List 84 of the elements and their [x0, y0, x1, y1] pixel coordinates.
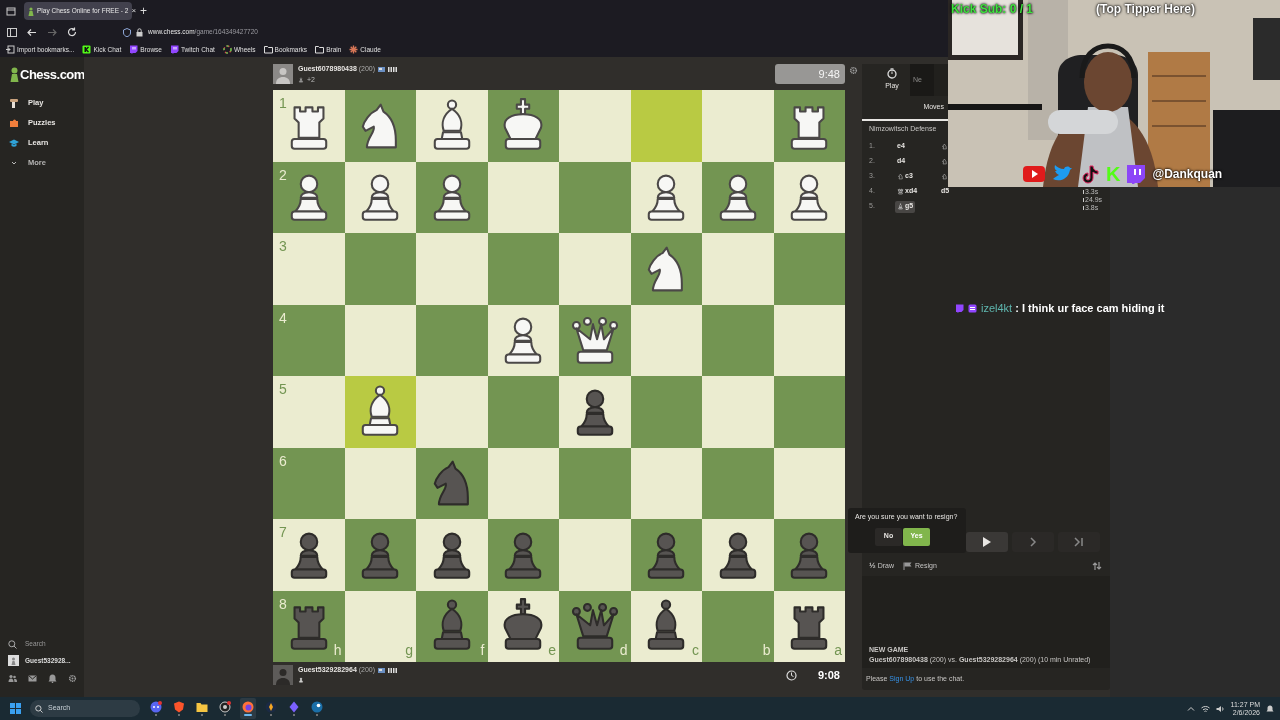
- folder-icon: [263, 45, 273, 54]
- fox-globe-icon: [242, 701, 254, 714]
- file-label: g: [405, 641, 413, 660]
- bell-icon[interactable]: [48, 674, 57, 683]
- flag-icon: [903, 562, 912, 570]
- skip-to-end-icon: [1073, 536, 1085, 548]
- rocket-icon: [265, 701, 277, 714]
- rank-label: 4: [279, 308, 287, 328]
- mail-icon[interactable]: [28, 674, 37, 683]
- logo-text[interactable]: Chess.com: [20, 65, 85, 85]
- stopwatch-icon: [887, 68, 897, 80]
- rank-label: 7: [279, 523, 287, 542]
- tab-list-icon[interactable]: [6, 6, 16, 16]
- shield-icon: [123, 27, 131, 37]
- speech-bubble-icon: [169, 45, 179, 54]
- shield-icon: [173, 701, 185, 714]
- rank-label: 1: [279, 94, 287, 113]
- file-label: a: [834, 641, 842, 660]
- puzzle-icon: [9, 117, 19, 128]
- file-label: d: [619, 641, 628, 660]
- pawn-icon: [10, 66, 19, 83]
- wifi-icon[interactable]: [1200, 704, 1210, 713]
- taskbar-app[interactable]: [240, 698, 256, 719]
- kick-logo: K: [1106, 164, 1121, 184]
- game-clock: 9:48: [775, 64, 845, 84]
- file-label: f: [480, 641, 485, 660]
- signal-bars-icon: [388, 66, 399, 72]
- file-label: b: [762, 641, 771, 660]
- rank-label: 3: [279, 237, 287, 256]
- clock-icon: [786, 669, 797, 681]
- speech-bubble-icon: [955, 303, 964, 313]
- play-icon: [981, 536, 993, 548]
- lock-icon: [136, 27, 143, 37]
- record-icon: [219, 701, 231, 714]
- flip-board-icon[interactable]: [1092, 561, 1102, 571]
- rank-label: 5: [279, 380, 287, 399]
- avatar-icon: [273, 665, 293, 685]
- speaker-icon[interactable]: [1215, 704, 1225, 713]
- pawn-icon: [28, 6, 34, 16]
- import-icon: [6, 45, 15, 54]
- new-tab-button[interactable]: +: [140, 2, 147, 20]
- game-controller-icon: [150, 701, 162, 714]
- file-label: e: [548, 641, 556, 660]
- file-label: h: [333, 641, 342, 660]
- nav-button[interactable]: [966, 532, 1008, 552]
- game-clock: 9:08: [816, 667, 841, 683]
- graduation-cap-icon: [9, 137, 19, 148]
- rank-label: 8: [279, 594, 287, 614]
- search-icon: [35, 704, 43, 713]
- badge-icon: [968, 303, 977, 313]
- signal-bars-icon: [388, 667, 399, 673]
- search-icon: [8, 639, 17, 649]
- file-label: c: [692, 641, 699, 660]
- chevron-up-icon[interactable]: [1186, 704, 1195, 713]
- sidebar-toggle-icon[interactable]: [7, 27, 17, 37]
- chevron-right-icon: [1027, 536, 1039, 548]
- folder-icon: [196, 701, 208, 714]
- start-icon[interactable]: [9, 703, 21, 714]
- rank-label: 6: [279, 451, 287, 471]
- rank-label: 2: [279, 165, 287, 185]
- flag-icon: [378, 667, 386, 673]
- pawn-icon: [298, 675, 304, 684]
- settings-icon[interactable]: [68, 674, 77, 683]
- square-icon: [82, 45, 92, 54]
- pawn-avatar-icon: [8, 655, 19, 666]
- wheel-icon: [222, 45, 232, 54]
- friends-icon[interactable]: [8, 674, 17, 683]
- starburst-icon: [349, 45, 359, 54]
- folder-icon: [315, 45, 325, 54]
- pawn-icon: [298, 75, 304, 84]
- close-icon[interactable]: ×: [131, 5, 137, 17]
- play-button-icon: [1022, 164, 1046, 184]
- back-icon[interactable]: [27, 27, 37, 37]
- avatar-icon: [273, 64, 293, 84]
- bell-icon[interactable]: [1266, 704, 1274, 713]
- speech-bubble-icon: [129, 45, 139, 54]
- forward-icon[interactable]: [47, 27, 57, 37]
- settings-icon[interactable]: [849, 66, 858, 75]
- steam-icon: [311, 701, 323, 714]
- flag-icon: [378, 66, 386, 72]
- chat-message: izel4kt : I think ur face cam hiding it: [981, 301, 1165, 316]
- top-tipper-text: (Top Tipper Here): [1096, 1, 1195, 18]
- reload-icon[interactable]: [67, 27, 77, 37]
- crystal-icon: [288, 701, 300, 714]
